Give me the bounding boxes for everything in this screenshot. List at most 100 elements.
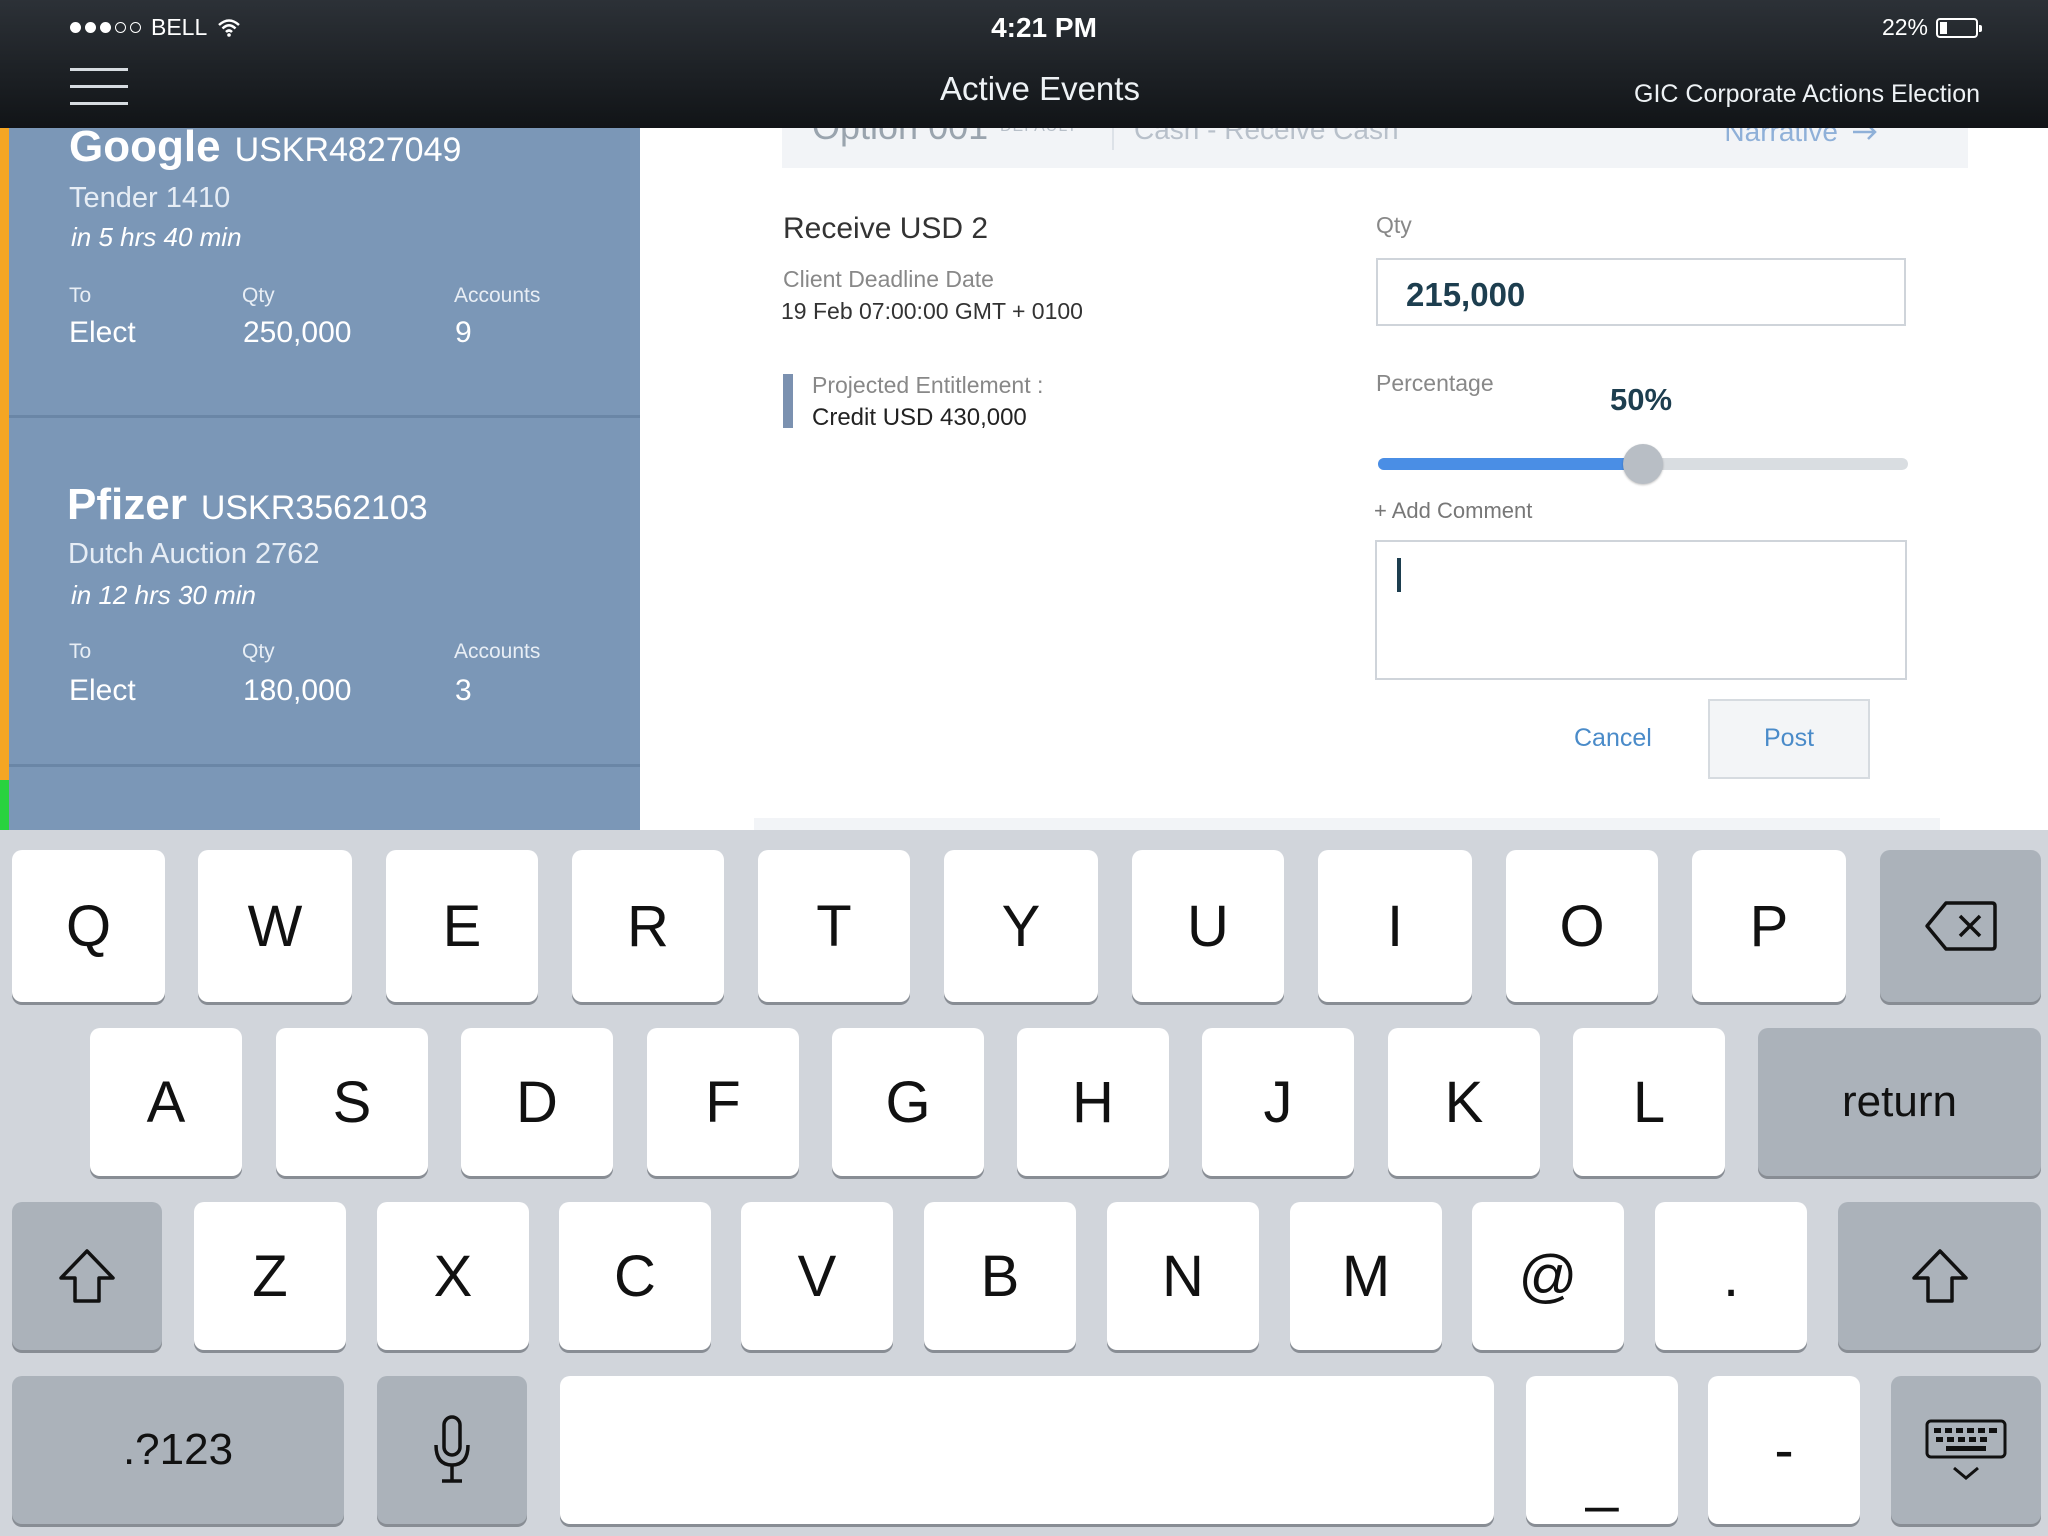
event-name: Pfizer [67,480,187,529]
qty-label: Qty [242,284,275,307]
key-i[interactable]: I [1318,850,1472,1002]
projected-indicator [783,374,793,428]
receive-title: Receive USD 2 [783,212,989,245]
key-e[interactable]: E [386,850,538,1002]
to-value: Elect [69,674,136,707]
event-item-pfizer[interactable]: Pfizer USKR3562103 Dutch Auction 2762 in… [9,418,640,778]
backspace-icon [1924,901,1997,951]
accounts-value: 3 [455,674,472,707]
key-u[interactable]: U [1132,850,1284,1002]
key-dash[interactable]: - [1708,1376,1860,1524]
to-value: Elect [69,316,136,349]
key-underscore[interactable]: _ [1526,1376,1678,1524]
hide-keyboard-key[interactable] [1891,1376,2041,1524]
microphone-icon [434,1415,470,1483]
status-right: 22% [1881,14,1982,41]
qty-value: 180,000 [243,674,352,707]
projected-label: Projected Entitlement : [812,372,1044,398]
key-c[interactable]: C [559,1202,711,1350]
comment-textarea[interactable] [1375,540,1907,680]
event-status-bar-orange [0,128,9,830]
key-r[interactable]: R [572,850,724,1002]
key-q[interactable]: Q [12,850,165,1002]
key-m[interactable]: M [1290,1202,1442,1350]
qty-value: 250,000 [243,316,352,349]
event-code: USKR4827049 [234,131,462,169]
key-s[interactable]: S [276,1028,428,1176]
key-a[interactable]: A [90,1028,242,1176]
accounts-value: 9 [455,316,472,349]
key-b[interactable]: B [924,1202,1076,1350]
text-caret [1397,558,1401,592]
event-status-bar-green [0,780,9,830]
event-item-google[interactable]: Google USKR4827049 Tender 1410 in 5 hrs … [9,128,640,418]
key-z[interactable]: Z [194,1202,346,1350]
key-k[interactable]: K [1388,1028,1540,1176]
key-g[interactable]: G [832,1028,984,1176]
space-key[interactable] [560,1376,1494,1524]
app-title: GIC Corporate Actions Election [1634,80,1980,108]
accounts-label: Accounts [454,640,541,663]
arrow-right-icon [1853,128,1877,140]
key-l[interactable]: L [1573,1028,1725,1176]
next-option-strip [754,818,1940,830]
percentage-label: Percentage [1376,370,1494,396]
option-header: Option 001 DEFAULT Cash - Receive Cash N… [782,128,1968,168]
qty-input[interactable]: 215,000 [1376,258,1906,326]
accounts-label: Accounts [454,284,541,307]
shift-key-left[interactable] [12,1202,162,1350]
numbers-key[interactable]: .?123 [12,1376,344,1524]
key-h[interactable]: H [1017,1028,1169,1176]
key-y[interactable]: Y [944,850,1098,1002]
event-name: Google [69,128,221,171]
deadline-label: Client Deadline Date [783,266,994,292]
percentage-value: 50% [1610,382,1673,417]
post-button[interactable]: Post [1708,699,1870,779]
event-type: Dutch Auction 2762 [68,538,320,570]
key-d[interactable]: D [461,1028,613,1176]
percentage-slider[interactable] [1378,444,1908,484]
cancel-button[interactable]: Cancel [1574,724,1652,753]
to-label: To [69,640,92,663]
slider-thumb[interactable] [1623,444,1663,484]
option-type: Cash - Receive Cash [1134,128,1399,145]
narrative-link[interactable]: Narrative [1724,128,1878,148]
shift-icon [1911,1249,1968,1303]
onscreen-keyboard: Q W E R T Y U I O P A S D F G H J K L re… [0,830,2048,1536]
key-t[interactable]: T [758,850,910,1002]
option-title: Option 001 [812,128,988,148]
battery-percent: 22% [1881,14,1928,40]
key-v[interactable]: V [741,1202,893,1350]
status-time: 4:21 PM [991,12,1097,43]
key-x[interactable]: X [377,1202,529,1350]
event-code: USKR3562103 [200,489,428,527]
divider [9,764,640,767]
option-default-tag: DEFAULT [1000,128,1078,136]
qty-field-label: Qty [1376,212,1412,238]
battery-icon [1936,17,1982,38]
key-f[interactable]: F [647,1028,799,1176]
to-label: To [69,284,92,307]
event-time-left: in 5 hrs 40 min [71,222,242,252]
key-period[interactable]: . [1655,1202,1807,1350]
dictation-key[interactable] [377,1376,527,1524]
shift-icon [59,1249,115,1303]
option-separator [1112,128,1114,150]
key-o[interactable]: O [1506,850,1658,1002]
event-type: Tender 1410 [69,182,231,214]
slider-fill [1378,458,1643,470]
battery-level [1940,21,1948,34]
key-w[interactable]: W [198,850,352,1002]
backspace-key[interactable] [1880,850,2041,1002]
return-key[interactable]: return [1758,1028,2041,1176]
key-p[interactable]: P [1692,850,1846,1002]
add-comment-link[interactable]: + Add Comment [1374,498,1532,524]
event-list: Google USKR4827049 Tender 1410 in 5 hrs … [0,128,640,830]
key-j[interactable]: J [1202,1028,1354,1176]
shift-key-right[interactable] [1838,1202,2041,1350]
key-n[interactable]: N [1107,1202,1259,1350]
key-at[interactable]: @ [1472,1202,1624,1350]
event-time-left: in 12 hrs 30 min [71,580,256,610]
qty-label: Qty [242,640,275,663]
top-navigation-bar: BELL 4:21 PM 22% Active Events GIC Corpo… [0,0,2048,128]
